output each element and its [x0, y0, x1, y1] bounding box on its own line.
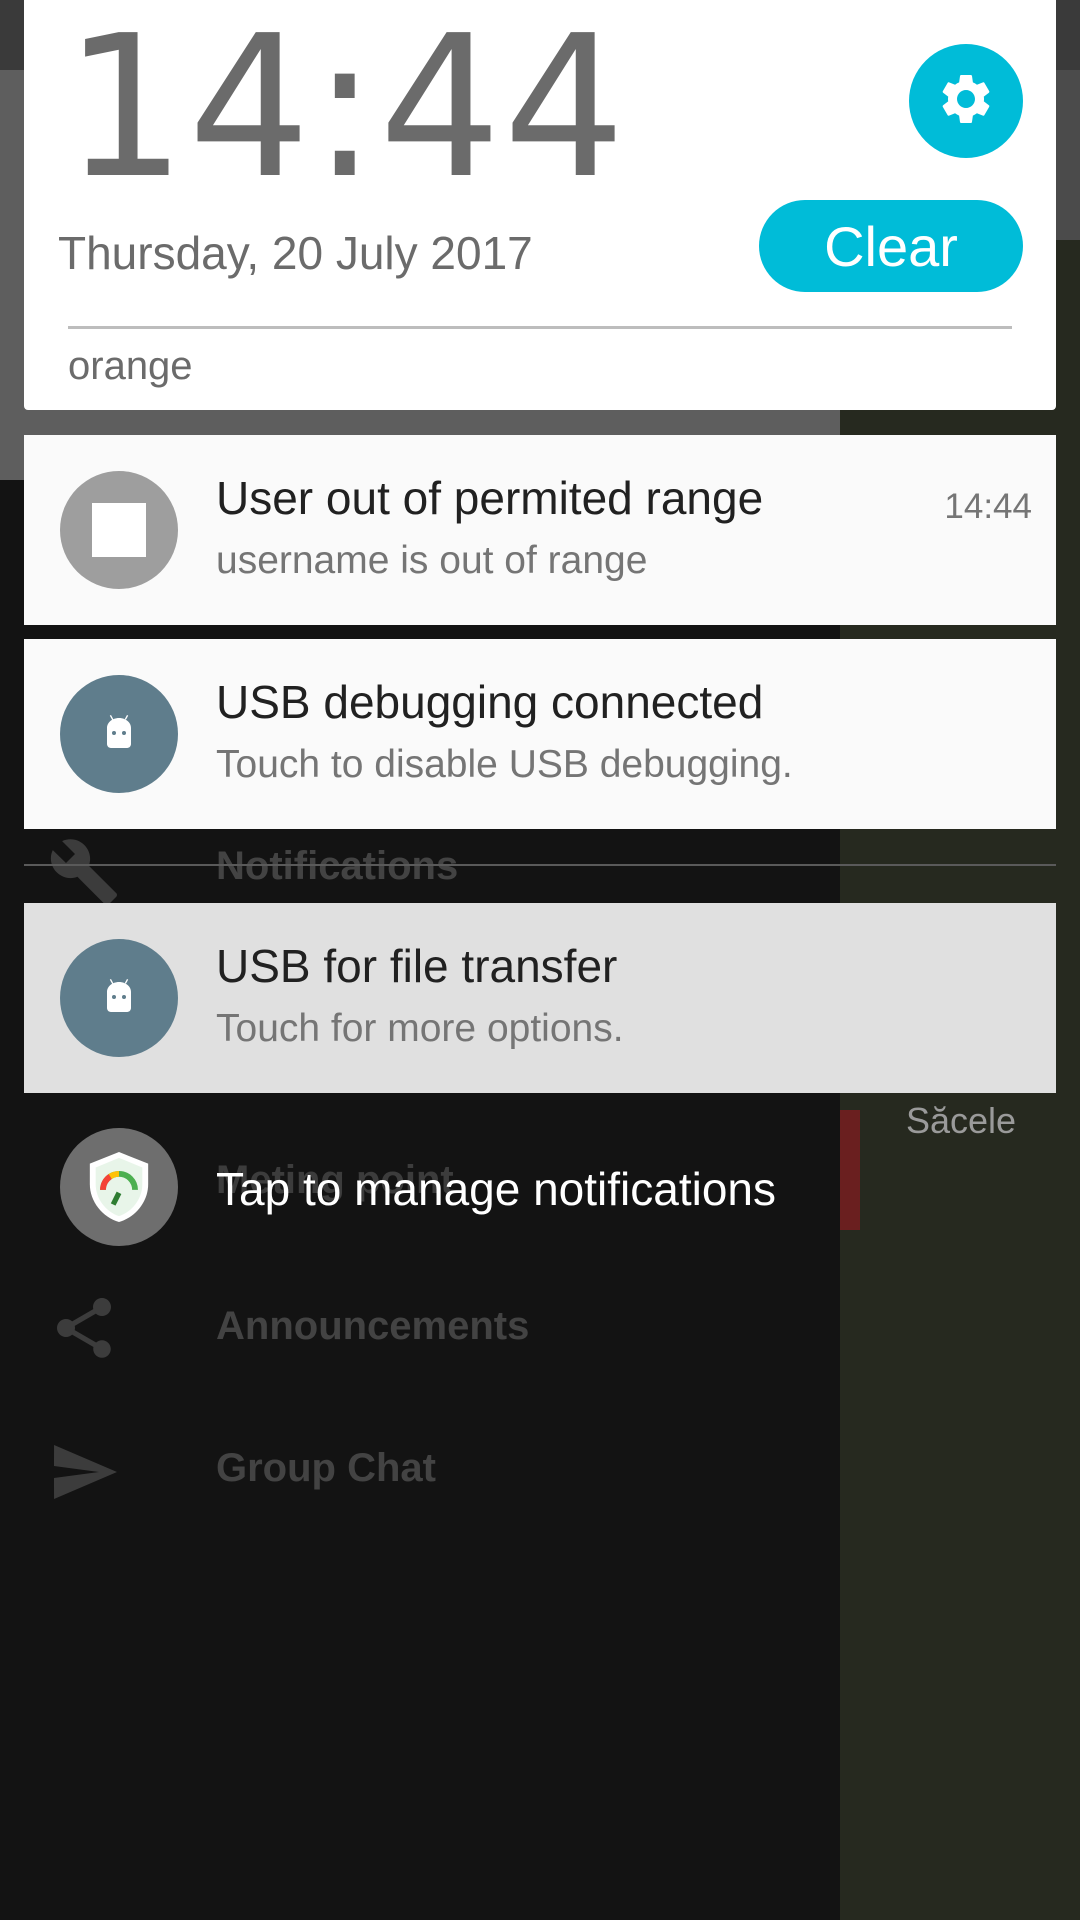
notification-time: 14:44 [944, 487, 1032, 526]
notification-user-out-of-range[interactable]: User out of permited range username is o… [24, 435, 1056, 625]
stop-square-icon [60, 471, 178, 589]
settings-button[interactable] [909, 44, 1023, 158]
carrier-label: orange [68, 344, 193, 388]
quick-settings-header: 14:44 Thursday, 20 July 2017 Clear orang… [24, 0, 1056, 410]
date-label: Thursday, 20 July 2017 [58, 227, 533, 279]
notification-text: username is out of range [216, 539, 648, 582]
drawer-label-notifications: Notifications [216, 844, 459, 888]
drawer-item-announcements: Announcements [0, 1264, 840, 1384]
drawer-label-announcements: Announcements [216, 1304, 530, 1348]
send-icon [48, 1436, 120, 1508]
android-icon [60, 939, 178, 1057]
android-icon [60, 675, 178, 793]
drawer-item-group-chat: Group Chat [0, 1408, 840, 1528]
wrench-icon [48, 836, 120, 908]
clear-all-button[interactable]: Clear [759, 200, 1023, 292]
share-icon [48, 1292, 120, 1364]
notification-text: Touch to disable USB debugging. [216, 743, 793, 786]
notification-title: USB for file transfer [216, 940, 618, 992]
section-divider [24, 864, 1056, 866]
notification-text: Touch for more options. [216, 1007, 624, 1050]
drawer-label-group-chat: Group Chat [216, 1446, 436, 1490]
notification-title: User out of permited range [216, 472, 764, 524]
manage-notifications-label: Tap to manage notifications [216, 1163, 777, 1215]
clock: 14:44 [64, 0, 628, 222]
header-divider [68, 326, 1012, 329]
notification-usb-debugging[interactable]: USB debugging connected Touch to disable… [24, 639, 1056, 829]
shield-gauge-icon [60, 1128, 178, 1246]
drawer-pointer [428, 410, 472, 432]
gear-icon [936, 69, 996, 134]
notification-usb-file-transfer[interactable]: USB for file transfer Touch for more opt… [24, 903, 1056, 1093]
notification-title: USB debugging connected [216, 676, 764, 728]
manage-notifications-row[interactable]: Tap to manage notifications [0, 1128, 1080, 1248]
